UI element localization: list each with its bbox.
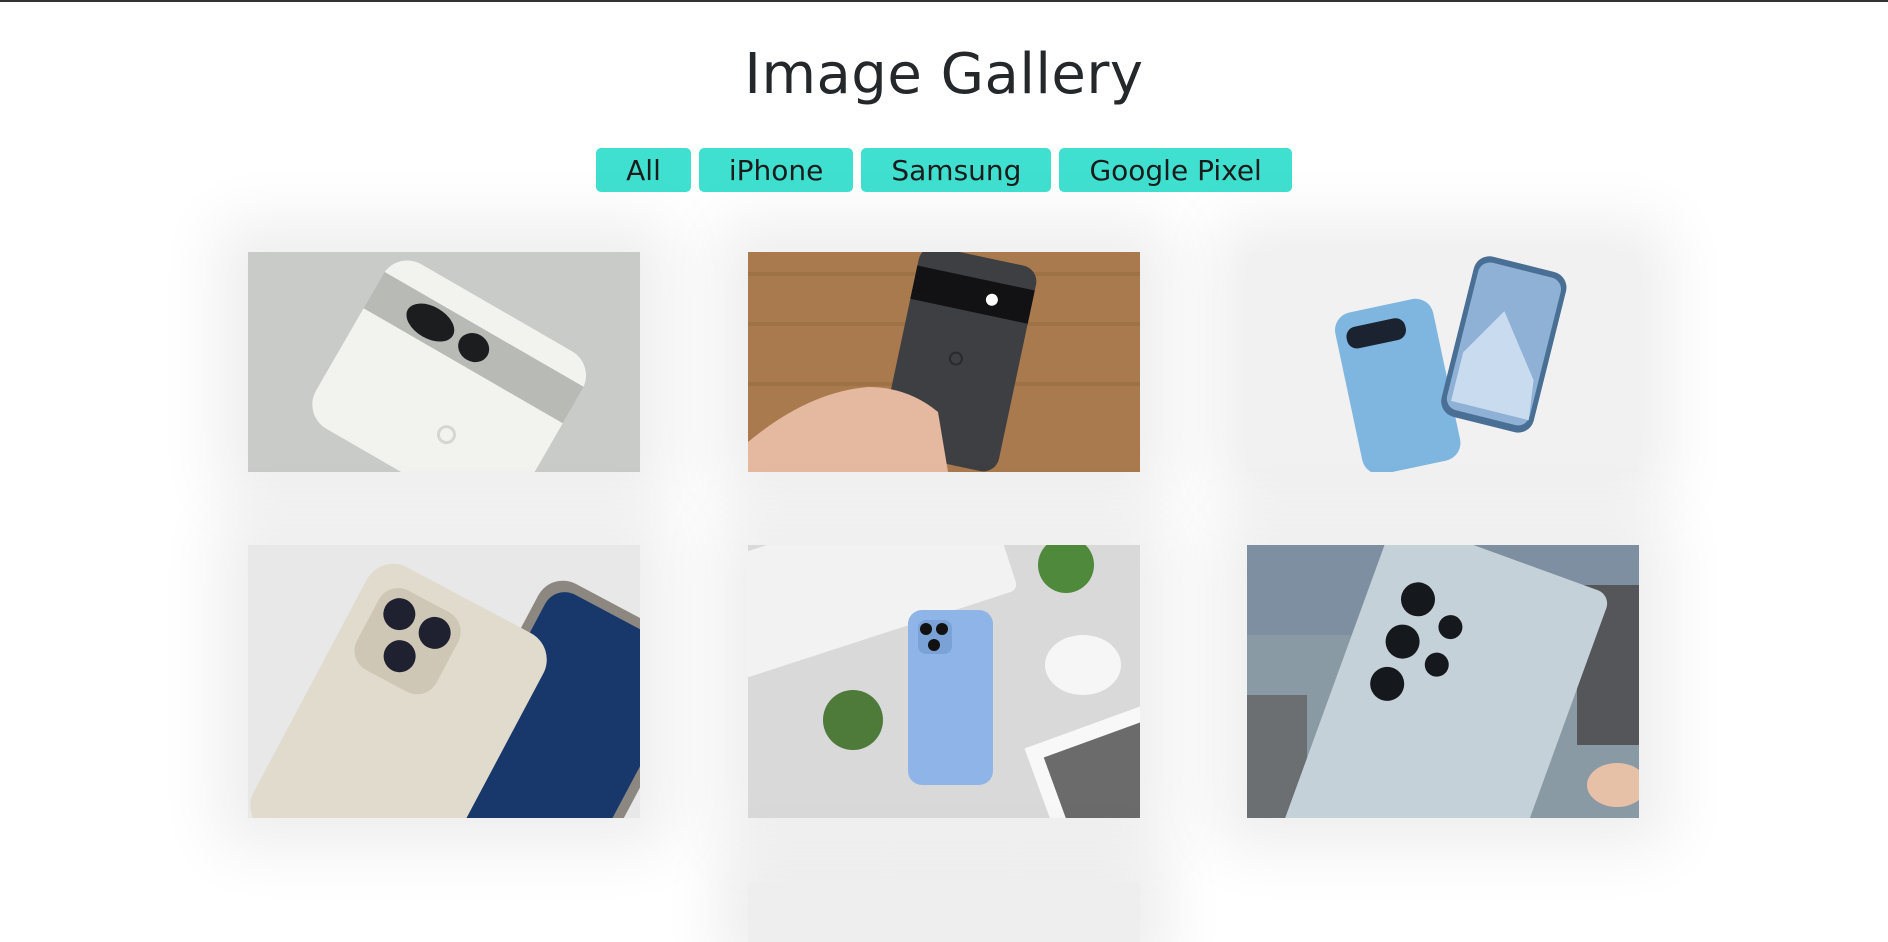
sierra-blue-iphone-on-desk-image xyxy=(748,545,1140,818)
filter-iphone-button[interactable]: iPhone xyxy=(698,148,854,192)
gallery-item-samsung[interactable] xyxy=(1247,545,1639,818)
gallery-item-white-pixel[interactable] xyxy=(248,252,640,472)
gallery-item-blue-iphone[interactable] xyxy=(748,545,1140,818)
gallery-item-partial[interactable] xyxy=(748,882,1140,942)
hand-holding-black-google-pixel-image xyxy=(748,252,1140,472)
gallery-item-black-pixel[interactable] xyxy=(748,252,1140,472)
gallery-item-titanium-iphone[interactable] xyxy=(248,545,640,818)
natural-titanium-iphone-image xyxy=(248,545,640,818)
blue-google-pixel-phones-image xyxy=(1247,252,1639,472)
samsung-galaxy-ultra-in-hand-image xyxy=(1247,545,1639,818)
page-title: Image Gallery xyxy=(744,42,1144,107)
filter-all-button[interactable]: All xyxy=(596,148,691,192)
white-google-pixel-phone-image xyxy=(248,252,640,472)
filter-bar: All iPhone Samsung Google Pixel xyxy=(0,148,1888,192)
filter-google-pixel-button[interactable]: Google Pixel xyxy=(1059,148,1292,192)
filter-samsung-button[interactable]: Samsung xyxy=(861,148,1052,192)
gallery-item-blue-pixel[interactable] xyxy=(1247,252,1639,472)
